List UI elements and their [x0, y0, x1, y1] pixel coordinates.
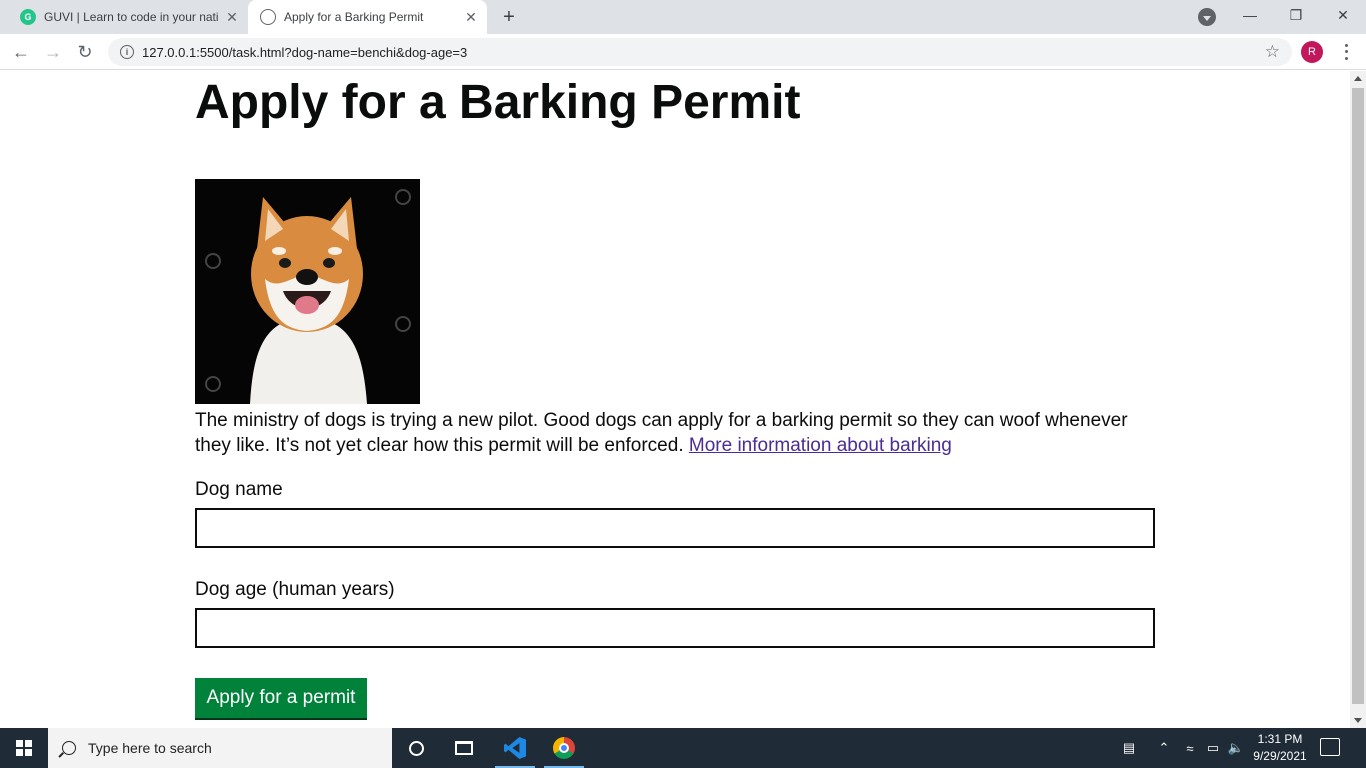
guvi-favicon-icon: G: [20, 9, 36, 25]
site-info-icon[interactable]: i: [120, 45, 134, 59]
taskbar-search-box[interactable]: Type here to search: [48, 728, 392, 768]
reload-icon[interactable]: ↻: [71, 38, 99, 66]
cortana-icon: [408, 740, 424, 756]
chrome-taskbar-button[interactable]: [540, 728, 588, 768]
new-tab-button[interactable]: +: [498, 6, 520, 28]
search-placeholder: Type here to search: [88, 740, 212, 756]
dog-age-input[interactable]: [195, 608, 1155, 648]
more-info-link[interactable]: More information about barking: [689, 435, 952, 456]
browser-toolbar: ← → ↻ i 127.0.0.1:5500/task.html?dog-nam…: [0, 34, 1366, 70]
close-window-button[interactable]: ✕: [1320, 0, 1366, 30]
clock-time: 1:31 PM: [1257, 732, 1303, 746]
news-widget-icon[interactable]: ▤: [1116, 728, 1142, 768]
profile-avatar[interactable]: R: [1301, 41, 1323, 63]
windows-logo-icon: [16, 740, 32, 756]
back-arrow-icon[interactable]: ←: [7, 38, 35, 66]
scroll-down-icon[interactable]: [1354, 718, 1362, 723]
apply-permit-button[interactable]: Apply for a permit: [195, 678, 367, 718]
dog-name-input[interactable]: [195, 508, 1155, 548]
page-viewport: Apply for a Barking Permit The ministry …: [0, 71, 1350, 728]
dog-photo: [195, 179, 420, 404]
tab-search-icon[interactable]: [1198, 8, 1216, 26]
tab-guvi[interactable]: G GUVI | Learn to code in your nati ✕: [8, 0, 248, 34]
globe-icon: [260, 9, 276, 25]
wifi-icon[interactable]: ≈: [1180, 728, 1200, 768]
scrollbar-thumb[interactable]: [1352, 88, 1364, 704]
tab-title: GUVI | Learn to code in your nati: [44, 10, 219, 24]
vscode-taskbar-button[interactable]: [491, 728, 539, 768]
vscode-icon: [504, 737, 526, 759]
dog-age-label: Dog age (human years): [195, 579, 395, 600]
tab-strip: G GUVI | Learn to code in your nati ✕ Ap…: [0, 0, 1366, 34]
url-text[interactable]: 127.0.0.1:5500/task.html?dog-name=benchi…: [142, 45, 467, 60]
cortana-button[interactable]: [392, 728, 440, 768]
forward-arrow-icon[interactable]: →: [39, 38, 67, 66]
intro-paragraph: The ministry of dogs is trying a new pil…: [195, 408, 1155, 458]
vertical-scrollbar[interactable]: [1350, 71, 1366, 728]
dog-name-label: Dog name: [195, 479, 283, 500]
clock-date: 9/29/2021: [1253, 749, 1307, 763]
intro-text: The ministry of dogs is trying a new pil…: [195, 410, 1128, 456]
start-button[interactable]: [0, 728, 48, 768]
scroll-up-icon[interactable]: [1354, 76, 1362, 81]
page-title: Apply for a Barking Permit: [195, 76, 801, 129]
tab-barking-permit[interactable]: Apply for a Barking Permit ✕: [248, 0, 487, 34]
tab-title: Apply for a Barking Permit: [284, 10, 424, 24]
search-icon: [62, 741, 76, 755]
windows-taskbar: Type here to search ▤ ⌃ ≈ ▭ 🔈 1:31 PM 9/…: [0, 728, 1366, 768]
kebab-menu-icon[interactable]: [1338, 42, 1354, 62]
volume-icon[interactable]: 🔈: [1226, 728, 1246, 768]
battery-icon[interactable]: ▭: [1203, 728, 1223, 768]
tray-chevron-icon[interactable]: ⌃: [1154, 728, 1174, 768]
close-tab-icon[interactable]: ✕: [463, 9, 479, 25]
task-view-button[interactable]: [440, 728, 488, 768]
task-view-icon: [455, 741, 473, 755]
address-bar[interactable]: i 127.0.0.1:5500/task.html?dog-name=benc…: [108, 38, 1292, 66]
system-clock[interactable]: 1:31 PM 9/29/2021: [1248, 731, 1312, 765]
minimize-button[interactable]: —: [1227, 0, 1273, 30]
close-tab-icon[interactable]: ✕: [224, 9, 240, 25]
bookmark-star-icon[interactable]: ☆: [1265, 42, 1280, 62]
notification-center-icon[interactable]: [1320, 738, 1340, 756]
chrome-icon: [553, 737, 575, 759]
restore-button[interactable]: ❐: [1273, 0, 1319, 30]
